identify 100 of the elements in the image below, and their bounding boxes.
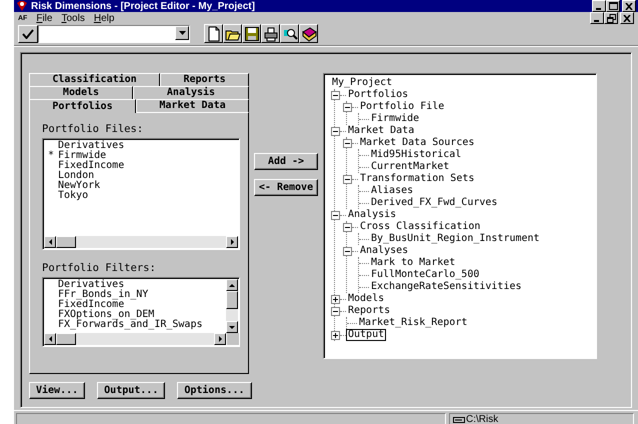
vertical-scrollbar[interactable] <box>226 279 238 333</box>
list-label: Portfolio Filters: <box>42 262 157 274</box>
list-item[interactable]: Firmwide <box>58 151 106 161</box>
collapse-icon[interactable] <box>343 222 352 232</box>
close-icon <box>625 2 633 10</box>
tree-item[interactable]: Analysis <box>346 209 398 221</box>
horizontal-scrollbar[interactable] <box>44 236 238 248</box>
tab[interactable]: Models <box>29 86 133 99</box>
collapse-icon[interactable] <box>343 138 352 148</box>
magnifier-button[interactable] <box>280 24 299 43</box>
scroll-button[interactable] <box>44 236 56 248</box>
list-item[interactable]: NewYork <box>58 181 100 191</box>
minimize-button[interactable] <box>592 0 606 12</box>
tree-root[interactable]: My_Project <box>330 77 590 89</box>
close-button[interactable] <box>622 0 636 12</box>
tree-item[interactable]: By_BusUnit_Region_Instrument <box>369 233 542 245</box>
folder-button[interactable] <box>223 24 242 43</box>
tree-item[interactable]: Models <box>346 293 386 305</box>
window-title: Risk Dimensions - [Project Editor - My_Project] <box>31 0 256 12</box>
collapse-icon[interactable] <box>331 210 340 220</box>
tree-item[interactable]: Portfolios <box>346 89 410 101</box>
tree-item[interactable]: ExchangeRateSensitivities <box>369 281 524 293</box>
collapse-icon[interactable] <box>331 306 340 316</box>
dropdown-arrow-icon <box>178 30 186 34</box>
tab[interactable]: Reports <box>160 73 250 86</box>
list-item[interactable]: FFr_Bonds_in_NY <box>58 290 148 300</box>
disk-button[interactable] <box>242 24 261 43</box>
menu-item[interactable]: Tools <box>61 12 85 24</box>
list-item[interactable]: London <box>58 171 94 181</box>
tree-item[interactable]: Market_Risk_Report <box>357 317 470 329</box>
app-icon <box>16 0 28 12</box>
list-box[interactable]: Derivatives FFr_Bonds_in_NY FixedIncome FXOptions_on_DEM FX_Forwards_and_IR_Swaps <box>42 277 240 347</box>
scroll-thumb[interactable] <box>56 236 76 248</box>
document-button[interactable] <box>204 24 223 43</box>
restore-button[interactable] <box>604 12 618 24</box>
scroll-button[interactable] <box>214 333 226 345</box>
list-item[interactable]: Tokyo <box>58 191 88 201</box>
collapse-icon[interactable] <box>331 126 340 136</box>
action-button[interactable]: Output... <box>97 382 166 399</box>
scroll-thumb[interactable] <box>226 291 238 309</box>
tree-item[interactable]: Portfolio File <box>358 101 446 113</box>
list-item[interactable]: Derivatives <box>58 280 124 290</box>
checkmark-icon <box>22 28 34 38</box>
tree-item[interactable]: Mid95Historical <box>369 149 464 161</box>
marker: * <box>46 151 56 161</box>
tree-item[interactable]: Reports <box>346 305 392 317</box>
document-icon <box>206 26 222 42</box>
expand-icon[interactable] <box>331 330 340 340</box>
left-arrow-icon <box>48 239 52 245</box>
collapse-icon[interactable] <box>343 246 352 256</box>
tree-item[interactable]: Aliases <box>369 185 416 197</box>
scroll-button[interactable] <box>226 279 238 291</box>
tree-item[interactable]: Market Data Sources <box>358 137 476 149</box>
printer-icon <box>262 26 278 42</box>
command-field[interactable] <box>38 24 190 42</box>
restore-icon <box>606 14 616 22</box>
tree-item[interactable]: Output <box>346 329 386 341</box>
move-button[interactable]: <- Remove <box>254 179 318 196</box>
collapse-icon[interactable] <box>331 90 340 100</box>
collapse-icon[interactable] <box>343 174 352 184</box>
expand-icon[interactable] <box>331 294 340 304</box>
list-item[interactable]: FXOptions_on_DEM <box>58 310 154 320</box>
menu-item[interactable]: Help <box>94 12 114 24</box>
printer-button[interactable] <box>261 24 280 43</box>
collapse-icon[interactable] <box>343 102 352 112</box>
scroll-thumb[interactable] <box>56 333 76 345</box>
maximize-button[interactable] <box>606 0 620 12</box>
tree-item[interactable]: FullMonteCarlo_500 <box>369 269 482 281</box>
horizontal-scrollbar[interactable] <box>44 333 226 345</box>
tab[interactable]: Market Data <box>136 99 250 112</box>
book-button[interactable] <box>299 24 318 43</box>
tree-item[interactable]: Cross Classification <box>358 221 482 233</box>
list-item[interactable]: FX_Forwards_and_IR_Swaps <box>58 320 202 330</box>
book-icon <box>300 26 316 42</box>
tree-item[interactable]: Derived_FX_Fwd_Curves <box>369 197 500 209</box>
tree-item[interactable]: CurrentMarket <box>369 161 452 173</box>
dropdown-button[interactable] <box>175 26 189 40</box>
list-item[interactable]: Derivatives <box>58 141 124 151</box>
left-arrow-icon <box>48 336 52 342</box>
tree-item[interactable]: Mark to Market <box>369 257 458 269</box>
tab[interactable]: Analysis <box>132 86 250 99</box>
tree-item[interactable]: Analyses <box>358 245 410 257</box>
action-button[interactable]: View... <box>29 382 86 399</box>
tab[interactable]: Classification <box>29 73 160 86</box>
list-box[interactable]: Derivatives * Firmwide FixedIncome London NewYork Tokyo <box>42 138 240 250</box>
tree-item[interactable]: Market Data <box>346 125 416 137</box>
checkmark-button[interactable] <box>18 24 38 42</box>
close-button[interactable] <box>620 12 634 24</box>
list-item[interactable]: FixedIncome <box>58 300 124 310</box>
tree-item[interactable]: Firmwide <box>369 113 422 125</box>
scroll-button[interactable] <box>226 236 238 248</box>
tab[interactable]: Portfolios <box>29 99 136 113</box>
move-button[interactable]: Add -> <box>254 153 318 170</box>
minimize-button[interactable] <box>590 12 604 24</box>
scroll-button[interactable] <box>44 333 56 345</box>
scroll-button[interactable] <box>226 321 238 333</box>
action-button[interactable]: Options... <box>177 382 252 399</box>
tree-item[interactable]: Transformation Sets <box>358 173 476 185</box>
menu-item[interactable]: File <box>36 12 52 24</box>
list-item[interactable]: FixedIncome <box>58 161 124 171</box>
